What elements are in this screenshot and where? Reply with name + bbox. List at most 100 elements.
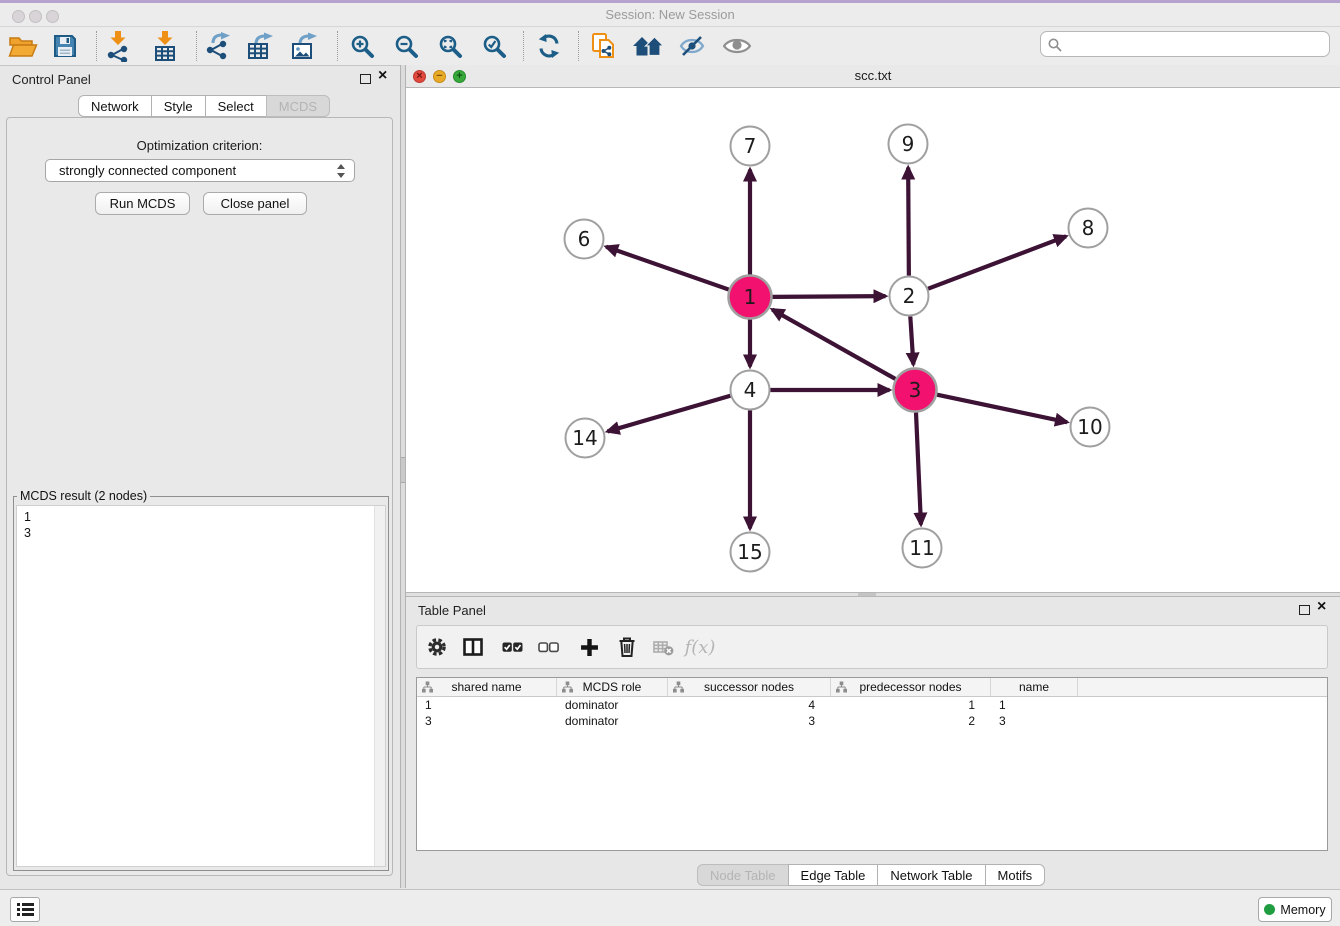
first-neighbors-icon[interactable] bbox=[630, 29, 666, 63]
vertical-splitter-handle[interactable] bbox=[401, 457, 405, 483]
zoom-fit-icon[interactable] bbox=[432, 29, 468, 63]
refresh-view-icon[interactable] bbox=[531, 29, 567, 63]
save-session-icon[interactable] bbox=[47, 29, 83, 63]
tab-network[interactable]: Network bbox=[78, 95, 152, 117]
column-header-name[interactable]: name bbox=[991, 678, 1078, 696]
import-table-icon[interactable] bbox=[147, 29, 183, 63]
graph-edge-2-8[interactable] bbox=[928, 236, 1066, 288]
export-network-icon[interactable] bbox=[201, 29, 237, 63]
delete-row-icon[interactable] bbox=[610, 626, 644, 668]
cell-mcds-role[interactable]: dominator bbox=[557, 713, 668, 729]
graph-node-label-10: 10 bbox=[1077, 415, 1102, 439]
table-panel-float-icon[interactable] bbox=[1299, 602, 1310, 620]
graph-edge-1-6[interactable] bbox=[606, 247, 729, 290]
memory-label: Memory bbox=[1280, 903, 1325, 917]
control-panel-header: Control Panel × bbox=[0, 65, 400, 93]
tab-style[interactable]: Style bbox=[151, 95, 206, 117]
table-header: shared name MCDS role successor nodes pr… bbox=[417, 678, 1327, 697]
zoom-selected-icon[interactable] bbox=[476, 29, 512, 63]
zoom-out-icon[interactable] bbox=[388, 29, 424, 63]
close-panel-button[interactable]: Close panel bbox=[203, 192, 307, 215]
tab-select[interactable]: Select bbox=[205, 95, 267, 117]
graph-node-label-15: 15 bbox=[737, 540, 762, 564]
graph-node-label-4: 4 bbox=[744, 378, 757, 402]
memory-status-icon bbox=[1264, 904, 1275, 915]
mcds-scrollbar[interactable] bbox=[374, 506, 385, 866]
graph-edge-3-11[interactable] bbox=[916, 412, 921, 524]
node-table[interactable]: shared name MCDS role successor nodes pr… bbox=[416, 677, 1328, 851]
cell-shared-name[interactable]: 1 bbox=[417, 697, 557, 713]
control-panel-content: Optimization criterion: strongly connect… bbox=[6, 117, 393, 876]
table-row[interactable]: 1dominator411 bbox=[417, 697, 1327, 713]
mcds-result-area[interactable]: 13 bbox=[16, 505, 386, 867]
dropdown-stepper-icon bbox=[337, 164, 346, 178]
graph-edge-2-3[interactable] bbox=[910, 316, 913, 364]
tree-icon bbox=[422, 681, 433, 693]
network-canvas[interactable]: 1234678910111415 bbox=[406, 88, 1340, 592]
column-header-shared-name[interactable]: shared name bbox=[417, 678, 557, 696]
graph-edge-3-1[interactable] bbox=[772, 310, 895, 379]
column-header-predecessor-nodes[interactable]: predecessor nodes bbox=[831, 678, 991, 696]
tree-icon bbox=[562, 681, 573, 693]
tab-node-table[interactable]: Node Table bbox=[697, 864, 789, 886]
criterion-dropdown[interactable]: strongly connected component bbox=[45, 159, 355, 182]
tab-mcds[interactable]: MCDS bbox=[266, 95, 330, 117]
cell-predecessor-nodes[interactable]: 2 bbox=[831, 713, 991, 729]
table-row[interactable]: 3dominator323 bbox=[417, 713, 1327, 729]
graph-edge-2-9[interactable] bbox=[908, 167, 909, 275]
cell-name[interactable]: 1 bbox=[991, 697, 1078, 713]
table-body: 1dominator4113dominator323 bbox=[417, 697, 1327, 729]
import-network-icon[interactable] bbox=[100, 29, 136, 63]
horizontal-splitter-handle[interactable] bbox=[858, 593, 876, 596]
graph-node-label-8: 8 bbox=[1082, 216, 1095, 240]
graph-edge-4-14[interactable] bbox=[608, 396, 731, 432]
window-title: Session: New Session bbox=[0, 3, 1340, 26]
search-input[interactable] bbox=[1065, 34, 1324, 56]
function-builder-icon: f(x) bbox=[683, 626, 717, 668]
cell-shared-name[interactable]: 3 bbox=[417, 713, 557, 729]
table-options-icon[interactable] bbox=[420, 626, 454, 668]
tree-icon bbox=[673, 681, 684, 693]
tab-network-table[interactable]: Network Table bbox=[877, 864, 985, 886]
tree-icon bbox=[836, 681, 847, 693]
task-history-button[interactable] bbox=[10, 897, 40, 922]
list-icon bbox=[17, 902, 34, 917]
export-table-icon[interactable] bbox=[244, 29, 280, 63]
tab-edge-table[interactable]: Edge Table bbox=[788, 864, 879, 886]
control-panel-close-icon[interactable]: × bbox=[378, 69, 387, 83]
clone-network-icon[interactable] bbox=[586, 29, 622, 63]
delete-table-icon bbox=[646, 626, 680, 668]
graph-edge-1-2[interactable] bbox=[772, 296, 885, 297]
graph-node-label-6: 6 bbox=[578, 227, 591, 251]
cell-predecessor-nodes[interactable]: 1 bbox=[831, 697, 991, 713]
table-toolbar: f(x) bbox=[416, 625, 1328, 669]
run-mcds-button[interactable]: Run MCDS bbox=[95, 192, 190, 215]
select-all-icon[interactable] bbox=[495, 626, 529, 668]
graph-node-label-1: 1 bbox=[744, 285, 757, 309]
open-session-icon[interactable] bbox=[5, 29, 41, 63]
tab-motifs[interactable]: Motifs bbox=[985, 864, 1046, 886]
control-panel-float-icon[interactable] bbox=[360, 71, 371, 89]
mcds-result-line: 3 bbox=[17, 525, 385, 541]
hide-selected-icon[interactable] bbox=[674, 29, 710, 63]
deselect-all-icon[interactable] bbox=[531, 626, 565, 668]
memory-button[interactable]: Memory bbox=[1258, 897, 1332, 922]
show-all-icon[interactable] bbox=[719, 29, 755, 63]
export-image-icon[interactable] bbox=[288, 29, 324, 63]
cell-successor-nodes[interactable]: 4 bbox=[668, 697, 831, 713]
cell-name[interactable]: 3 bbox=[991, 713, 1078, 729]
cell-mcds-role[interactable]: dominator bbox=[557, 697, 668, 713]
graph-node-label-3: 3 bbox=[909, 378, 922, 402]
graph-edge-3-10[interactable] bbox=[937, 395, 1067, 422]
graph-node-label-14: 14 bbox=[572, 426, 597, 450]
zoom-in-icon[interactable] bbox=[344, 29, 380, 63]
show-column-icon[interactable] bbox=[456, 626, 490, 668]
cell-successor-nodes[interactable]: 3 bbox=[668, 713, 831, 729]
add-row-icon[interactable] bbox=[572, 626, 606, 668]
table-panel-close-icon[interactable]: × bbox=[1317, 600, 1326, 614]
column-header-successor-nodes[interactable]: successor nodes bbox=[668, 678, 831, 696]
status-bar: Memory bbox=[0, 889, 1340, 926]
network-window-titlebar: × − + scc.txt bbox=[406, 65, 1340, 88]
graph-node-label-9: 9 bbox=[902, 132, 915, 156]
column-header-mcds-role[interactable]: MCDS role bbox=[557, 678, 668, 696]
